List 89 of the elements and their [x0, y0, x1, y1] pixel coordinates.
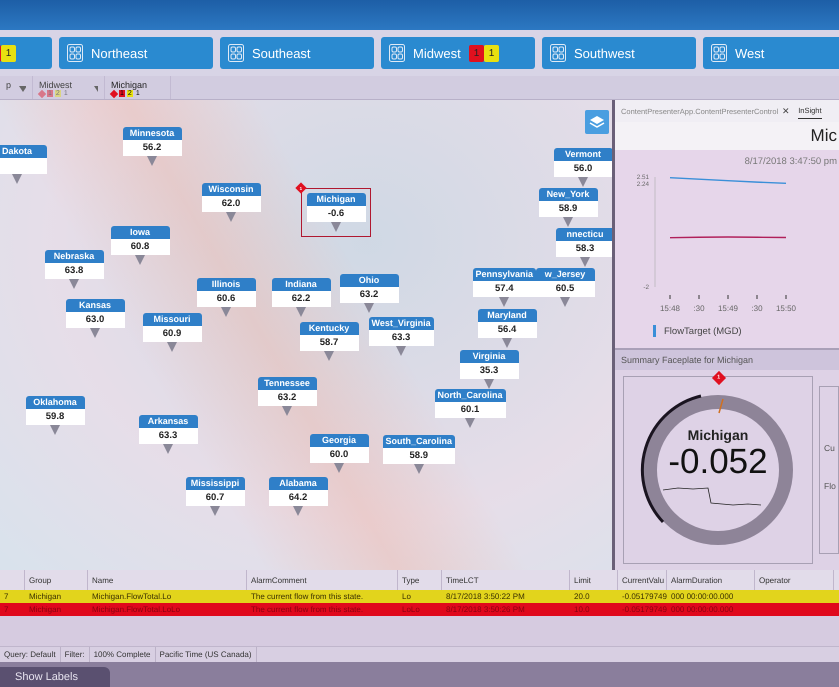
table-cell-text: The current flow from this state. — [250, 592, 364, 601]
marker-label: Kansas — [66, 299, 124, 312]
marker-value: 60.7 — [186, 490, 244, 506]
marker-value: 60.6 — [196, 291, 256, 307]
marker-label: Missouri — [142, 313, 202, 326]
axis-tick-label: 15:48 — [660, 304, 680, 313]
axis-tick-label: :30 — [693, 304, 705, 313]
marker-label: North_Carolina — [434, 389, 506, 402]
faceplate-header: Summary Faceplate for Michigan — [615, 348, 839, 370]
marker-label: Ohio — [340, 274, 398, 287]
marker-value: 58.3 — [556, 241, 612, 257]
axis-tick-label: 15:50 — [776, 304, 796, 313]
marker-label: Virginia — [460, 350, 518, 363]
table-cell-text: The current flow from this state. — [250, 605, 364, 614]
marker-label: Maryland — [478, 309, 536, 322]
table-cell-text: 000 00:00:00.000 — [670, 605, 734, 614]
marker-label: Wisconsin — [202, 183, 260, 196]
marker-value: 56.4 — [478, 322, 536, 338]
marker-label: Arkansas — [138, 415, 198, 428]
alarm-count: 1 — [484, 44, 499, 62]
table-cell-text: 20.0 — [573, 592, 591, 601]
axis-tick-label: 15:49 — [718, 304, 738, 313]
marker-value: 62.0 — [202, 196, 260, 212]
field-label: Flo — [824, 481, 837, 491]
marker-value: 60.1 — [434, 402, 506, 418]
marker-value: 60.5 — [536, 281, 594, 297]
chart-title: Mic — [810, 126, 837, 146]
marker-label: Indiana — [272, 278, 330, 291]
marker-value: 62.2 — [272, 291, 330, 307]
gauge-value: -0.052 — [668, 443, 768, 481]
marker-label: Minnesota — [122, 127, 182, 140]
table-cell-text: Michigan.FlowTotal.Lo — [91, 592, 172, 601]
marker-value: 60.8 — [110, 239, 170, 255]
marker-label: New_York — [538, 188, 598, 201]
marker-value: 57.4 — [472, 281, 536, 297]
marker-value: 63.0 — [66, 312, 124, 328]
marker-label: Vermont — [554, 148, 612, 161]
marker-value: 56.2 — [122, 140, 182, 156]
marker-value: 58.9 — [538, 201, 598, 217]
marker-value: 58.7 — [300, 335, 358, 351]
marker-label: Kentucky — [300, 322, 358, 335]
marker-value: 63.8 — [44, 263, 104, 279]
marker-label: South_Carolina — [382, 435, 456, 448]
table-cell-text: Lo — [401, 592, 412, 601]
field-label: Cu — [824, 443, 836, 453]
table-cell-text: 000 00:00:00.000 — [670, 592, 734, 601]
marker-value: 63.3 — [368, 330, 434, 346]
table-cell-text: 8/17/2018 3:50:26 PM — [445, 605, 526, 614]
axis-tick-label: :30 — [751, 304, 763, 313]
marker-label: Mississippi — [186, 477, 244, 490]
marker-value: 64.2 — [268, 490, 328, 506]
gauge-name: Michigan — [688, 427, 748, 443]
marker-label: w_Jersey — [536, 268, 594, 281]
table-cell-text: 7 — [3, 592, 10, 601]
table-cell-text: 10.0 — [573, 605, 591, 614]
table-cell-text: 8/17/2018 3:50:22 PM — [445, 592, 526, 601]
alarm-count: 1 — [1, 44, 16, 62]
marker-value: -0.6 — [306, 206, 366, 222]
marker-value: 58.9 — [382, 448, 456, 464]
marker-label: Oklahoma — [26, 396, 84, 409]
marker-value: 56.0 — [554, 161, 612, 177]
marker-label: Iowa — [110, 226, 170, 239]
marker-label: Michigan — [306, 193, 366, 206]
marker-value: 60.0 — [310, 447, 368, 463]
marker-value: 35.3 — [460, 363, 518, 379]
marker-label: Georgia — [310, 434, 368, 447]
legend-label: FlowTarget (MGD) — [664, 326, 742, 336]
marker-value: 60.9 — [142, 326, 202, 342]
marker-value: 63.3 — [138, 428, 198, 444]
marker-value: 63.2 — [258, 390, 316, 406]
marker-value: 59.8 — [26, 409, 84, 425]
table-cell-text: LoLo — [401, 605, 421, 614]
marker-label: Dakota — [0, 145, 46, 158]
alarm-count: 1 — [469, 44, 484, 62]
marker-value: 63.2 — [340, 287, 398, 303]
table-cell-text: Michigan — [28, 592, 62, 601]
marker-label: nnecticu — [556, 228, 612, 241]
table-cell-text: -0.05179749 — [621, 592, 667, 601]
marker-label: Illinois — [196, 278, 256, 291]
table-cell-text: Michigan.FlowTotal.LoLo — [91, 605, 182, 614]
marker-label: Tennessee — [258, 377, 316, 390]
marker-label: Pennsylvania — [472, 268, 536, 281]
table-cell-text: Michigan — [28, 605, 62, 614]
marker-label: Nebraska — [44, 250, 104, 263]
marker-label: Alabama — [268, 477, 328, 490]
table-cell-text: -0.05179749 — [621, 605, 667, 614]
timestamp: 8/17/2018 3:47:50 pm — [744, 155, 838, 167]
table-cell-text: 7 — [3, 605, 10, 614]
marker-label: West_Virginia — [368, 317, 434, 330]
